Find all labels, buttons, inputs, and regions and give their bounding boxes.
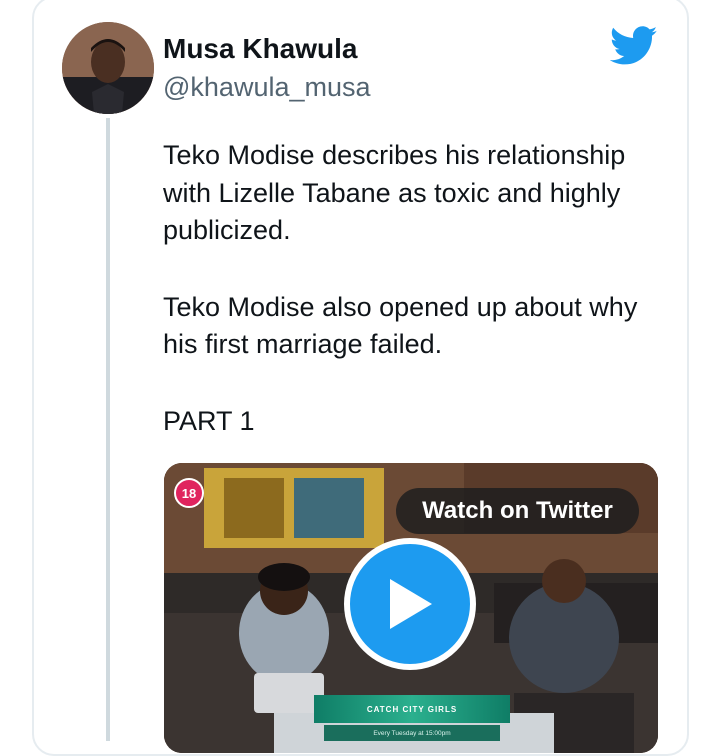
avatar[interactable] [62,22,154,114]
watch-on-twitter-button[interactable]: Watch on Twitter [396,488,639,534]
show-schedule: Every Tuesday at 15:00pm [324,725,500,741]
video-thumbnail[interactable]: 18 Watch on Twitter CATCH CITY GIRLS Eve… [164,463,658,753]
age-rating-badge: 18 [174,478,204,508]
tweet-text: Teko Modise describes his relationship w… [163,137,663,440]
twitter-bird-icon[interactable] [610,26,658,66]
tweet-paragraph: Teko Modise also opened up about why his… [163,291,638,360]
thread-connector-line [106,118,110,741]
show-banner: CATCH CITY GIRLS [314,695,510,723]
play-icon [390,579,432,629]
play-button[interactable] [344,538,476,670]
tweet-paragraph: PART 1 [163,405,255,436]
author-handle[interactable]: @khawula_musa [163,72,371,103]
author-display-name[interactable]: Musa Khawula [163,33,357,65]
tweet-paragraph: Teko Modise describes his relationship w… [163,140,626,245]
avatar-image [62,22,154,114]
